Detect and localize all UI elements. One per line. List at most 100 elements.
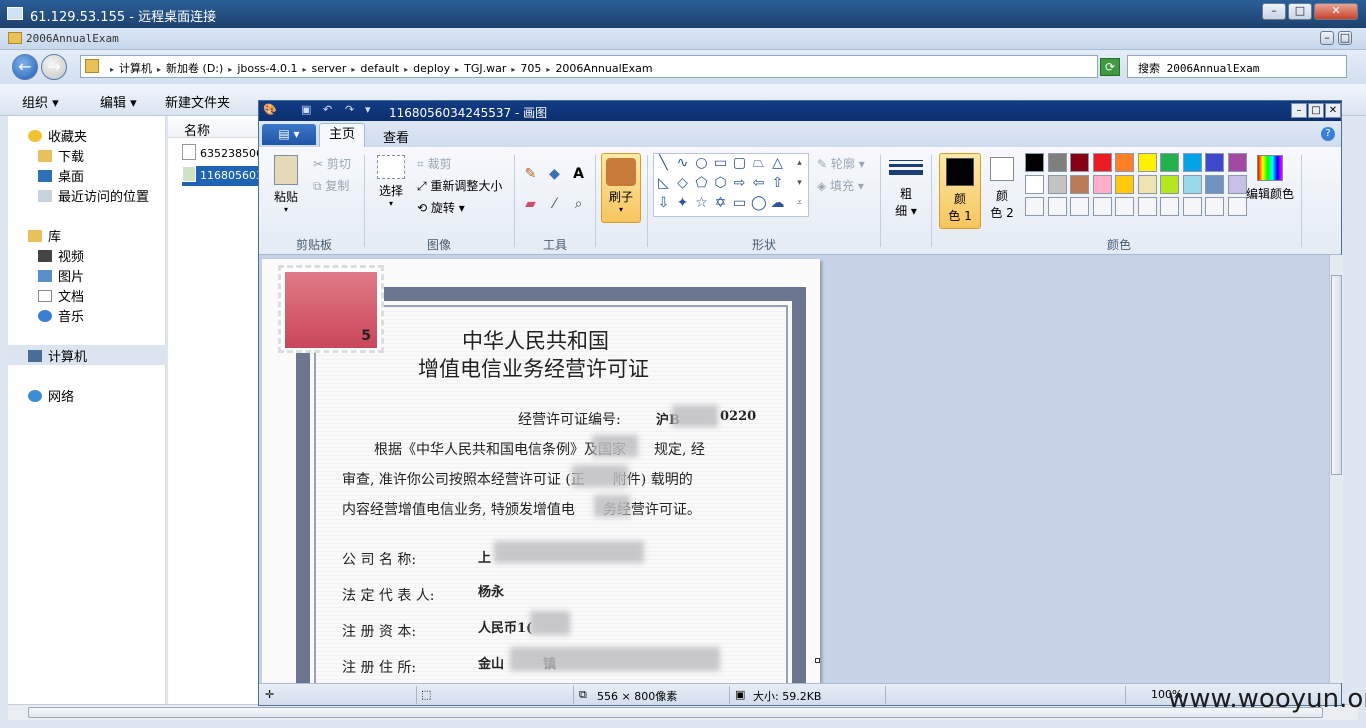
redo-icon[interactable]: ↷ (345, 104, 359, 117)
nav-network[interactable]: 网络 (28, 386, 74, 405)
palette-swatch[interactable] (1205, 153, 1224, 172)
address-bar[interactable]: ▸ 计算机 ▸ 新加卷 (D:) ▸ jboss-4.0.1 ▸ server ▸ default… (80, 55, 1098, 78)
palette-swatch[interactable] (1025, 197, 1044, 216)
palette-swatch[interactable] (1047, 175, 1067, 194)
tab-view[interactable]: 查看 (383, 127, 409, 146)
four-point-star-shape-icon[interactable]: ✦ (675, 196, 690, 210)
palette-swatch[interactable] (1025, 175, 1044, 194)
paste-button[interactable]: 粘贴 ▾ (271, 155, 301, 214)
explorer-maximize-button[interactable]: □ (1338, 31, 1352, 45)
save-icon[interactable]: ▣ (301, 104, 315, 117)
list-item[interactable]: 116805603 (182, 166, 260, 186)
eraser-icon[interactable]: ▰ (523, 197, 538, 211)
pencil-icon[interactable]: ✎ (523, 167, 538, 181)
palette-swatch[interactable] (1137, 153, 1157, 172)
forward-button[interactable]: → (41, 54, 67, 80)
breadcrumb-item[interactable]: 2006AnnualExam (555, 62, 652, 75)
curve-shape-icon[interactable]: ∿ (675, 156, 690, 170)
polygon-shape-icon[interactable]: ⏢ (751, 156, 766, 170)
callout-rect-shape-icon[interactable]: ▭ (732, 196, 747, 210)
palette-swatch[interactable] (1070, 153, 1089, 172)
resize-button[interactable]: ⤢ 重新调整大小 (417, 177, 502, 194)
nav-music[interactable]: 音乐 (38, 306, 84, 325)
breadcrumb-item[interactable]: server (312, 62, 347, 75)
breadcrumb-separator-icon[interactable]: ▸ (110, 65, 114, 74)
breadcrumb-item[interactable]: jboss-4.0.1 (237, 62, 297, 75)
palette-swatch[interactable] (1025, 153, 1044, 172)
breadcrumb-separator-icon[interactable]: ▸ (228, 65, 232, 74)
paint-close-button[interactable]: ✕ (1325, 103, 1341, 118)
gallery-scroll-down-icon[interactable]: ▾ (792, 176, 807, 190)
rdp-maximize-button[interactable]: □ (1288, 3, 1312, 20)
breadcrumb[interactable]: ▸ 计算机 ▸ 新加卷 (D:) ▸ jboss-4.0.1 ▸ server ▸ default… (105, 60, 653, 76)
breadcrumb-item[interactable]: default (360, 62, 399, 75)
crop-button[interactable]: ⌗ 裁剪 (417, 155, 452, 172)
callout-oval-shape-icon[interactable]: ◯ (751, 196, 767, 210)
breadcrumb-item[interactable]: TGJ.war (464, 62, 506, 75)
five-point-star-shape-icon[interactable]: ☆ (694, 196, 709, 210)
back-button[interactable]: ← (12, 54, 38, 80)
scroll-thumb[interactable] (28, 707, 1323, 718)
breadcrumb-separator-icon[interactable]: ▸ (303, 65, 307, 74)
breadcrumb-separator-icon[interactable]: ▸ (546, 65, 550, 74)
nav-desktop[interactable]: 桌面 (38, 166, 84, 185)
right-triangle-shape-icon[interactable]: ◺ (656, 176, 671, 190)
quick-access-dropdown-icon[interactable]: ▾ (365, 104, 379, 117)
gallery-scroll-up-icon[interactable]: ▴ (792, 156, 807, 170)
breadcrumb-separator-icon[interactable]: ▸ (404, 65, 408, 74)
palette-swatch[interactable] (1182, 175, 1202, 194)
refresh-icon[interactable]: ⟳ (1100, 58, 1120, 76)
cut-button[interactable]: ✂ 剪切 (313, 155, 351, 172)
palette-swatch[interactable] (1160, 197, 1179, 216)
organize-button[interactable]: 组织 ▾ (22, 92, 59, 111)
line-shape-icon[interactable]: ╲ (656, 156, 671, 170)
breadcrumb-separator-icon[interactable]: ▸ (351, 65, 355, 74)
palette-swatch[interactable] (1137, 197, 1157, 216)
breadcrumb-item[interactable]: 705 (520, 62, 541, 75)
palette-swatch[interactable] (1115, 153, 1134, 172)
gallery-expand-icon[interactable]: ⩡ (792, 196, 807, 210)
palette-swatch[interactable] (1182, 197, 1202, 216)
palette-swatch[interactable] (1092, 175, 1112, 194)
explorer-minimize-button[interactable]: – (1320, 31, 1334, 45)
palette-swatch[interactable] (1070, 175, 1089, 194)
palette-swatch[interactable] (1182, 153, 1202, 172)
paint-maximize-button[interactable]: □ (1308, 103, 1324, 118)
palette-swatch[interactable] (1092, 153, 1112, 172)
nav-videos[interactable]: 视频 (38, 246, 84, 265)
nav-libraries[interactable]: 库 (28, 226, 61, 245)
select-button[interactable]: 选择 ▾ (371, 155, 411, 208)
size-button[interactable]: 粗 细 ▾ (887, 155, 925, 219)
diamond-shape-icon[interactable]: ◇ (675, 176, 690, 190)
brush-button[interactable]: 刷子 ▾ (601, 153, 641, 223)
up-arrow-shape-icon[interactable]: ⇧ (770, 176, 785, 190)
tab-home[interactable]: 主页 (319, 123, 365, 147)
palette-swatch[interactable] (1205, 175, 1224, 194)
rotate-button[interactable]: ⟲ 旋转 ▾ (417, 199, 465, 216)
down-arrow-shape-icon[interactable]: ⇩ (656, 196, 671, 210)
breadcrumb-separator-icon[interactable]: ▸ (511, 65, 515, 74)
tab-file[interactable]: ▤ ▾ (262, 124, 316, 145)
right-arrow-shape-icon[interactable]: ⇨ (732, 176, 747, 190)
color2-button[interactable]: 颜 色 2 (985, 153, 1019, 221)
palette-swatch[interactable] (1047, 153, 1067, 172)
search-input[interactable]: 搜索 2006AnnualExam (1127, 55, 1347, 78)
edit-button[interactable]: 编辑 ▾ (80, 92, 137, 111)
hexagon-shape-icon[interactable]: ⬡ (713, 176, 728, 190)
paint-minimize-button[interactable]: – (1291, 103, 1307, 118)
column-header-name[interactable]: 名称 (168, 116, 260, 139)
callout-cloud-shape-icon[interactable]: ☁ (770, 196, 785, 210)
breadcrumb-separator-icon[interactable]: ▸ (157, 65, 161, 74)
palette-swatch[interactable] (1160, 153, 1179, 172)
palette-swatch[interactable] (1047, 197, 1067, 216)
breadcrumb-item[interactable]: 新加卷 (D:) (166, 62, 223, 75)
palette-swatch[interactable] (1115, 197, 1134, 216)
nav-pictures[interactable]: 图片 (38, 266, 84, 285)
palette-swatch[interactable] (1137, 175, 1157, 194)
help-icon[interactable]: ? (1321, 127, 1335, 141)
rectangle-shape-icon[interactable]: ▭ (713, 156, 728, 170)
edit-colors-button[interactable]: 编辑颜色 (1243, 155, 1297, 202)
breadcrumb-item[interactable]: deploy (413, 62, 450, 75)
nav-recent[interactable]: 最近访问的位置 (38, 186, 149, 205)
canvas-area[interactable]: 5 中华人民共和国 增值电信业务经营许可证 经营许可证编号: 沪B 0220 根… (259, 255, 1329, 683)
